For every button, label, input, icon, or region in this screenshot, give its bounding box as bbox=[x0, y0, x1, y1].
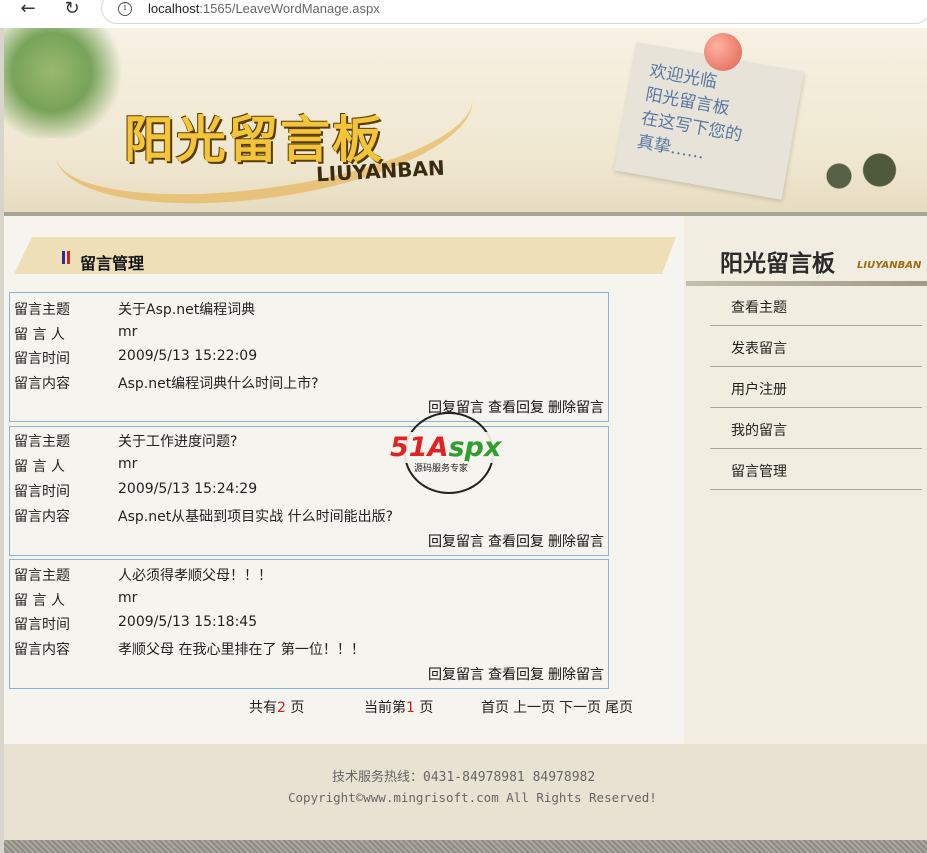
pager-total-prefix: 共有 bbox=[249, 700, 277, 716]
message-actions: 回复留言 查看回复 删除留言 bbox=[424, 531, 604, 551]
message-author: mr bbox=[118, 324, 138, 340]
berries-decoration bbox=[812, 140, 902, 200]
message-actions: 回复留言 查看回复 删除留言 bbox=[424, 664, 604, 684]
author-label: 留 言 人 bbox=[14, 593, 65, 609]
pager-current-page: 1 bbox=[406, 700, 415, 716]
message-card: 留言主题 人必须得孝顺父母！！！ 留 言 人 mr 留言时间 2009/5/13… bbox=[9, 559, 609, 689]
sidebar-item-label: 留言管理 bbox=[731, 464, 787, 480]
sidebar-item-label: 发表留言 bbox=[731, 341, 787, 357]
sidebar-title: 阳光留言板 bbox=[720, 250, 835, 277]
footer-hotline: 技术服务热线：0431-84978981 84978982 bbox=[332, 770, 596, 785]
time-label: 留言时间 bbox=[14, 351, 70, 367]
header-banner: 欢迎光临 阳光留言板 在这写下您的 真挚…… 阳光留言板 LIUYANBAN bbox=[4, 28, 927, 214]
subject-label: 留言主题 bbox=[14, 434, 70, 450]
content-label: 留言内容 bbox=[14, 509, 70, 525]
view-reply-link[interactable]: 查看回复 bbox=[488, 534, 544, 550]
pager-total-suffix: 页 bbox=[285, 700, 305, 716]
pager-total-pages: 2 bbox=[277, 700, 286, 716]
sidebar-item-label: 我的留言 bbox=[731, 423, 787, 439]
delete-link[interactable]: 删除留言 bbox=[548, 667, 604, 683]
time-label: 留言时间 bbox=[14, 484, 70, 500]
view-reply-link[interactable]: 查看回复 bbox=[488, 667, 544, 683]
site-info-icon[interactable]: i bbox=[118, 2, 132, 16]
pager-total: 共有2 页 bbox=[249, 697, 304, 717]
message-card: 留言主题 关于Asp.net编程词典 留 言 人 mr 留言时间 2009/5/… bbox=[9, 292, 609, 422]
reload-icon[interactable]: ↻ bbox=[60, 0, 84, 20]
pager-first-link[interactable]: 首页 bbox=[481, 700, 509, 716]
author-label: 留 言 人 bbox=[14, 459, 65, 475]
subject-label: 留言主题 bbox=[14, 302, 70, 318]
sidebar-item-manage-messages[interactable]: 留言管理 bbox=[710, 449, 922, 490]
page-title: 留言管理 bbox=[80, 254, 145, 273]
delete-link[interactable]: 删除留言 bbox=[548, 534, 604, 550]
pager-last-link[interactable]: 尾页 bbox=[605, 700, 633, 716]
reply-link[interactable]: 回复留言 bbox=[428, 667, 484, 683]
pager-current-suffix: 页 bbox=[414, 700, 434, 716]
message-author: mr bbox=[118, 590, 138, 606]
sidebar-item-label: 用户注册 bbox=[731, 382, 787, 398]
pager-current: 当前第1 页 bbox=[364, 697, 433, 717]
time-label: 留言时间 bbox=[14, 617, 70, 633]
pager-current-prefix: 当前第 bbox=[364, 700, 406, 716]
watermark-tagline: 源码服务专家 bbox=[414, 461, 469, 474]
subject-label: 留言主题 bbox=[14, 568, 70, 584]
message-subject: 人必须得孝顺父母！！！ bbox=[118, 568, 272, 584]
sidebar-item-label: 查看主题 bbox=[731, 300, 787, 316]
note-text: 欢迎光临 阳光留言板 在这写下您的 真挚…… bbox=[635, 61, 744, 164]
reply-link[interactable]: 回复留言 bbox=[428, 534, 484, 550]
footer-copyright: Copyright©www.mingrisoft.com All Rights … bbox=[288, 790, 657, 805]
delete-link[interactable]: 删除留言 bbox=[548, 400, 604, 416]
url-host: localhost bbox=[148, 1, 200, 16]
heart-icon bbox=[704, 33, 742, 71]
watermark-brand-red: 51A bbox=[390, 432, 449, 463]
watermark-logo: 51Aspx 源码服务专家 bbox=[388, 412, 510, 494]
watermark-brand: 51Aspx bbox=[388, 432, 504, 463]
message-subject: 关于工作进度问题? bbox=[118, 434, 238, 450]
sidebar-item-post-message[interactable]: 发表留言 bbox=[710, 326, 922, 367]
sidebar-item-view-topics[interactable]: 查看主题 bbox=[710, 285, 922, 326]
message-content: 孝顺父母 在我心里排在了 第一位！！！ bbox=[118, 642, 365, 658]
footer-stripe bbox=[4, 840, 927, 853]
author-label: 留 言 人 bbox=[14, 327, 65, 343]
pager-prev-link[interactable]: 上一页 bbox=[513, 700, 555, 716]
message-content: Asp.net编程词典什么时间上市? bbox=[118, 376, 319, 392]
content-label: 留言内容 bbox=[14, 376, 70, 392]
message-card: 留言主题 关于工作进度问题? 留 言 人 mr 留言时间 2009/5/13 1… bbox=[9, 426, 609, 556]
pager-links: 首页 上一页 下一页 尾页 bbox=[481, 697, 637, 717]
browser-toolbar: ← ↻ i localhost:1565/LeaveWordManage.asp… bbox=[0, 0, 927, 28]
message-time: 2009/5/13 15:18:45 bbox=[118, 614, 258, 630]
message-subject: 关于Asp.net编程词典 bbox=[118, 302, 256, 318]
url-path: :1565/LeaveWordManage.aspx bbox=[199, 1, 380, 16]
message-time: 2009/5/13 15:22:09 bbox=[118, 348, 258, 364]
message-author: mr bbox=[118, 456, 138, 472]
pager-next-link[interactable]: 下一页 bbox=[559, 700, 601, 716]
title-marker-icon bbox=[62, 251, 70, 264]
sidebar-subtitle: LIUYANBAN bbox=[857, 260, 922, 271]
message-time: 2009/5/13 15:24:29 bbox=[118, 481, 258, 497]
sidebar-item-register[interactable]: 用户注册 bbox=[710, 367, 922, 408]
content-label: 留言内容 bbox=[14, 642, 70, 658]
sidebar-item-my-messages[interactable]: 我的留言 bbox=[710, 408, 922, 449]
back-arrow-icon[interactable]: ← bbox=[16, 0, 40, 20]
message-content: Asp.net从基础到项目实战 什么时间能出版? bbox=[118, 509, 394, 525]
url-text[interactable]: localhost:1565/LeaveWordManage.aspx bbox=[148, 1, 380, 16]
watermark-brand-green: spx bbox=[448, 432, 502, 463]
